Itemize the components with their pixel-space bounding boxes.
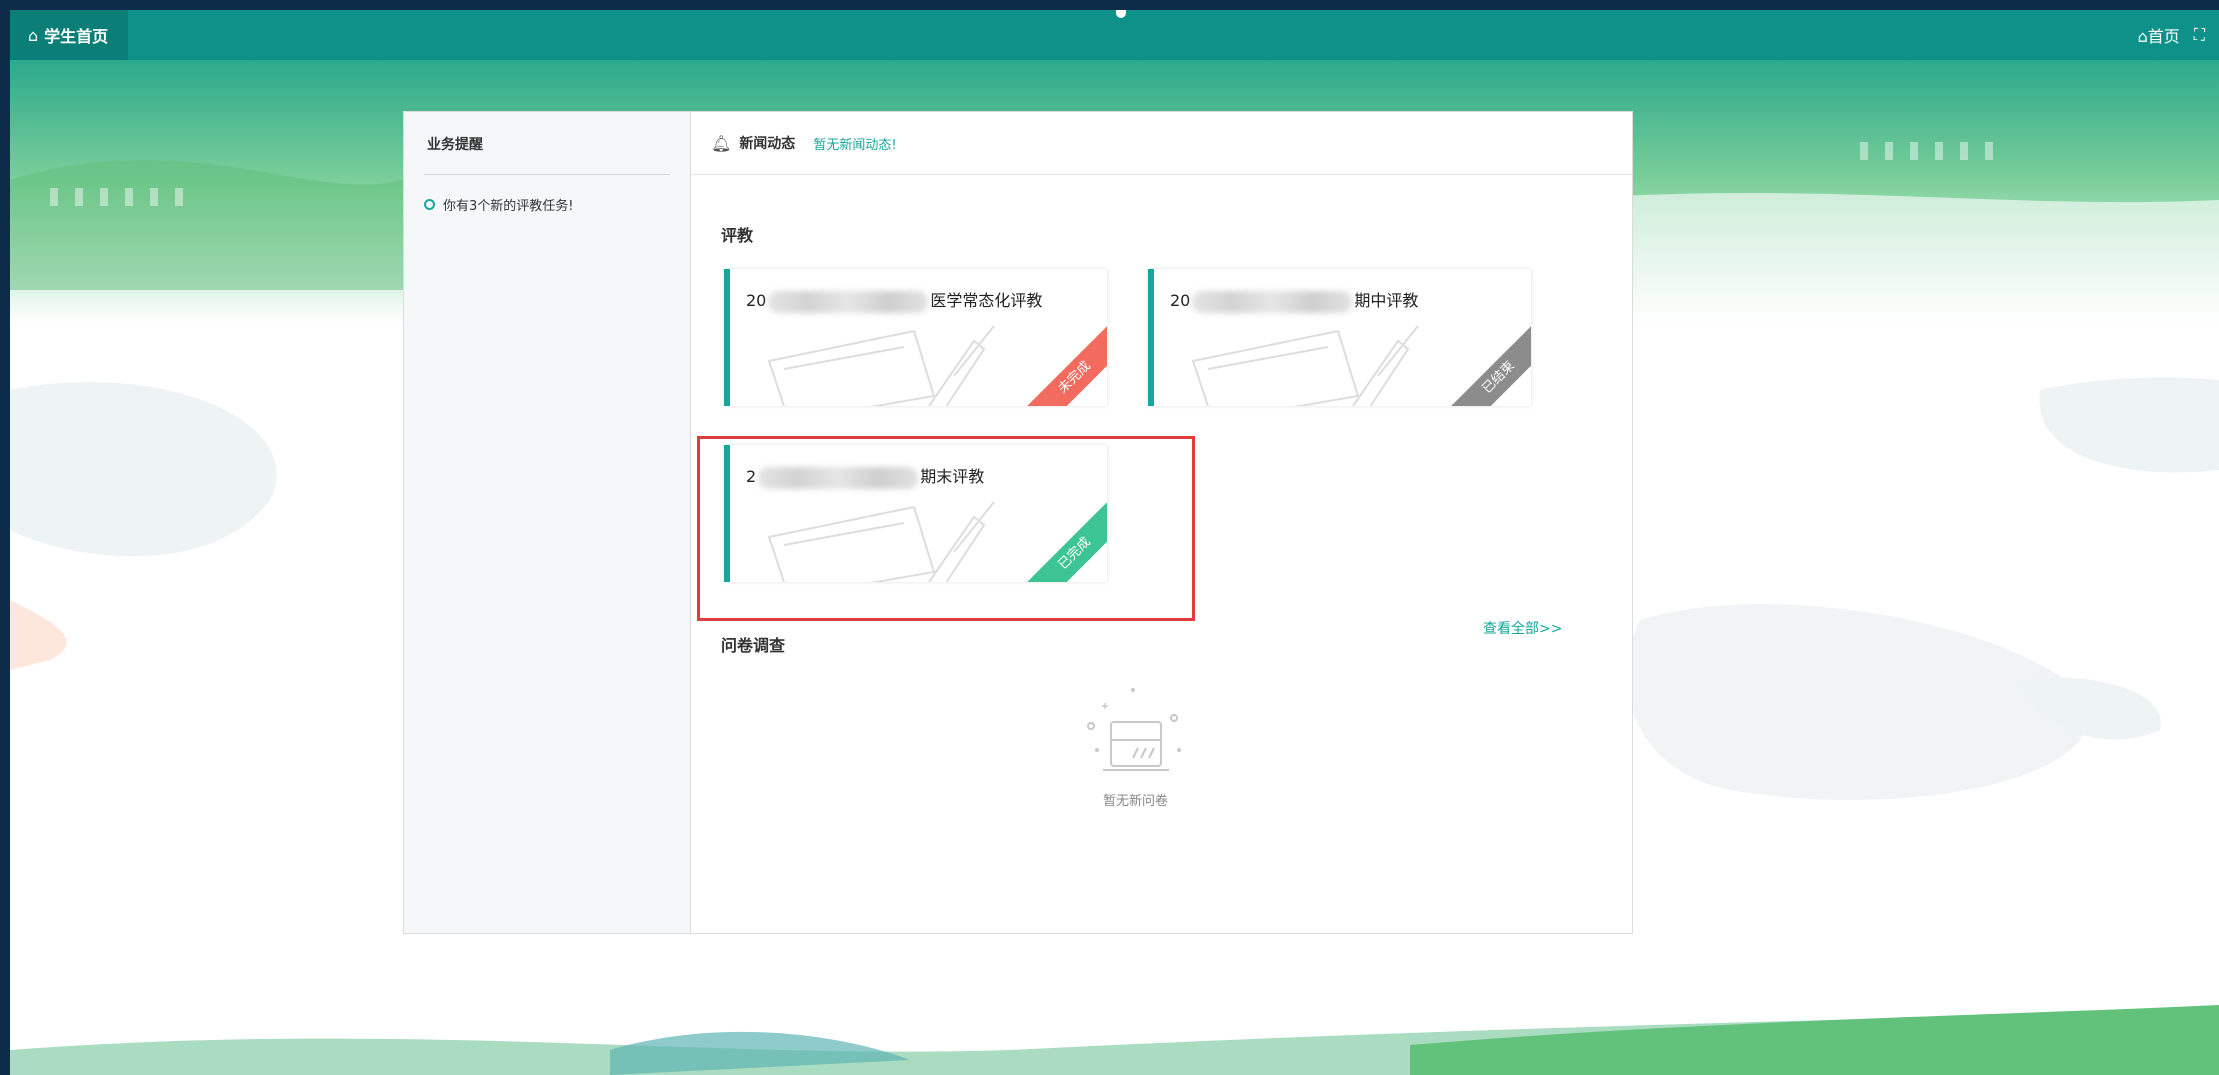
news-bar: 🔔︎ 新闻动态 暂无新闻动态! xyxy=(691,112,1632,175)
news-label: 新闻动态 xyxy=(739,136,796,152)
card-title-suffix: 医学常态化评教 xyxy=(930,291,1043,310)
fullscreen-icon[interactable]: ⛶ xyxy=(2194,25,2205,45)
reminder-item[interactable]: 你有3个新的评教任务! xyxy=(424,195,670,214)
empty-box-icon xyxy=(1087,688,1181,771)
card-accent-bar xyxy=(724,269,730,406)
card-title: 20 期中评教 xyxy=(1170,287,1418,313)
redacted-text xyxy=(1192,290,1353,313)
dashboard-panel: 业务提醒 你有3个新的评教任务! 🔔︎ 新闻动态 暂无新闻动态! 评教 20 医学… xyxy=(403,111,1633,934)
card-title: 20 医学常态化评教 xyxy=(746,287,1042,313)
status-ribbon: 已结束 xyxy=(1446,325,1531,406)
tab-student-home-label: 学生首页 xyxy=(44,27,109,46)
news-empty: 暂无新闻动态! xyxy=(813,137,897,153)
main-content: 🔔︎ 新闻动态 暂无新闻动态! 评教 20 医学常态化评教 未完成 20 期中评… xyxy=(691,112,1632,933)
redacted-text xyxy=(768,290,929,313)
evaluation-card[interactable]: 20 医学常态化评教 未完成 xyxy=(724,269,1107,406)
view-all-link[interactable]: 查看全部>> xyxy=(1483,618,1562,638)
card-title-prefix: 20 xyxy=(746,291,767,310)
evaluation-card[interactable]: 20 期中评教 已结束 xyxy=(1148,269,1531,406)
reminder-title: 业务提醒 xyxy=(424,112,670,175)
home-link-label: 首页 xyxy=(2147,27,2180,46)
top-right-actions: ⌂首页 ⛶ xyxy=(2138,10,2205,60)
home-link[interactable]: ⌂首页 xyxy=(2138,23,2180,47)
tab-student-home[interactable]: ⌂ 学生首页 xyxy=(10,10,128,60)
home-outline-icon: ⌂ xyxy=(28,25,39,45)
reminder-sidebar: 业务提醒 你有3个新的评教任务! xyxy=(404,112,691,933)
evaluation-title: 评教 xyxy=(721,226,754,245)
top-bar: ⌂ 学生首页 ⌂首页 ⛶ xyxy=(10,10,2219,60)
status-ribbon: 未完成 xyxy=(1022,325,1107,406)
notebook-pen-icon xyxy=(767,325,995,406)
home-icon: ⌂ xyxy=(2137,27,2148,46)
survey-empty: 暂无新问卷 xyxy=(1103,794,1169,809)
bullet-ring-icon xyxy=(424,199,435,210)
survey-title: 问卷调查 xyxy=(721,636,786,655)
reminder-item-text: 你有3个新的评教任务! xyxy=(443,199,574,214)
card-accent-bar xyxy=(1148,269,1154,406)
card-title-prefix: 20 xyxy=(1170,291,1191,310)
notebook-pen-icon xyxy=(1191,325,1419,406)
card-title-suffix: 期中评教 xyxy=(1354,291,1419,310)
highlight-box xyxy=(697,436,1195,621)
bell-icon: 🔔︎ xyxy=(711,133,732,153)
app-frame: ⌂ 学生首页 ⌂首页 ⛶ 业务提醒 你有3个新的评教任务! 🔔︎ 新闻动态 暂无… xyxy=(10,10,2219,1075)
